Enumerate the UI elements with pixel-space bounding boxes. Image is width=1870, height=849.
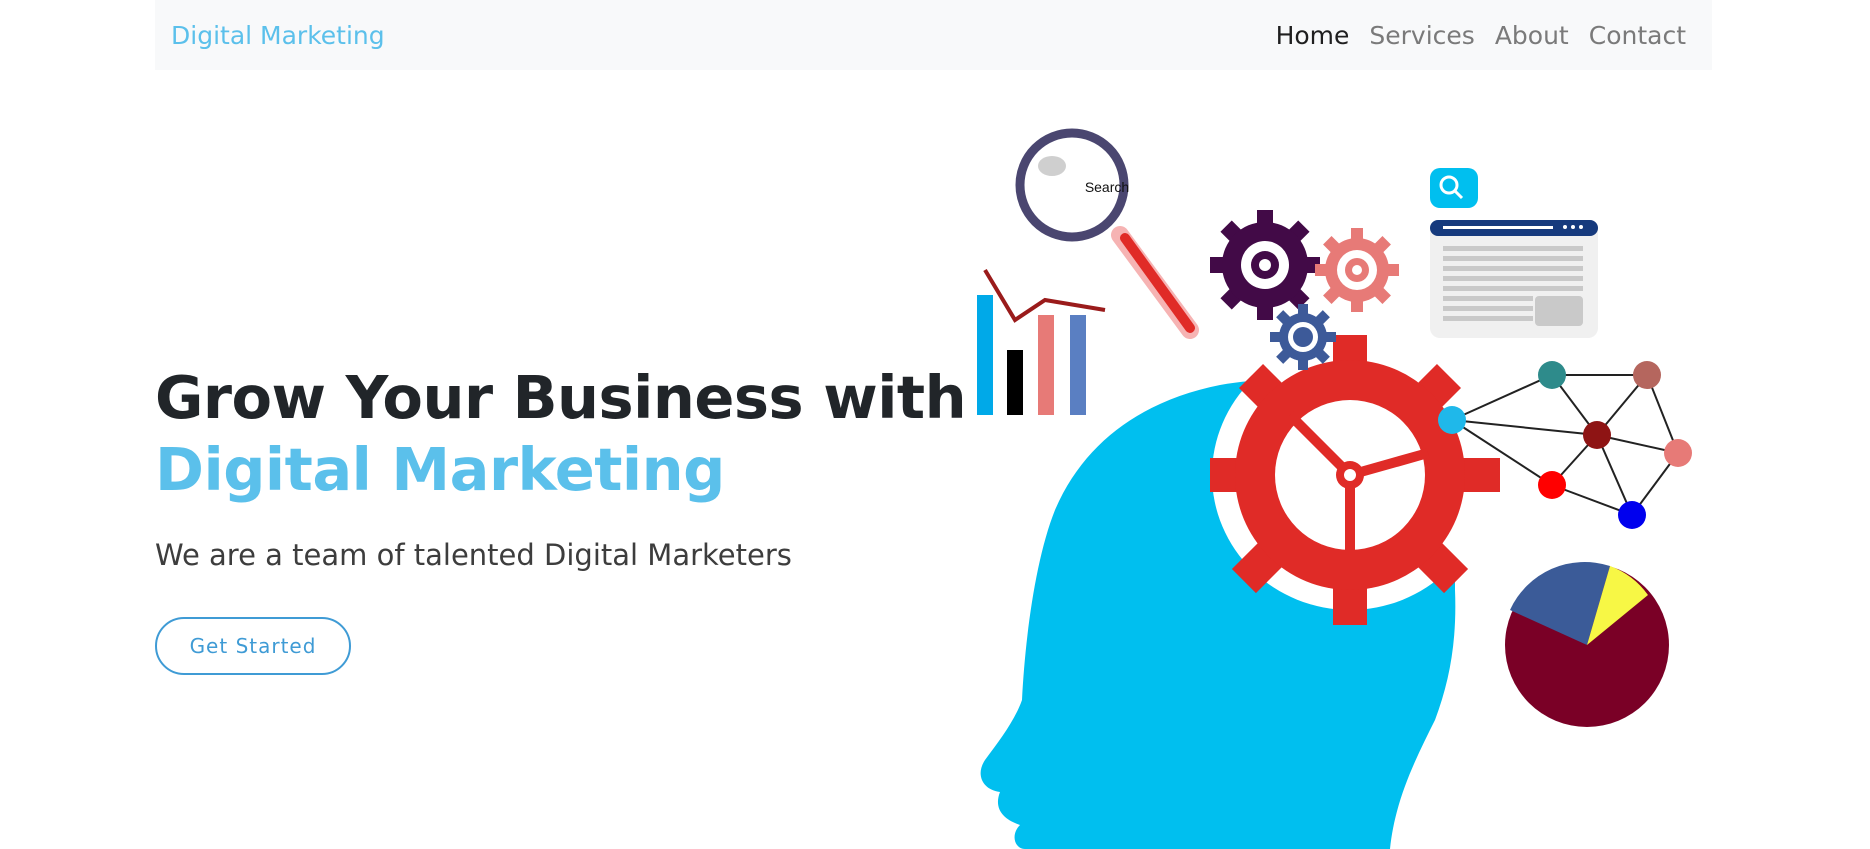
hero-title: Grow Your Business with Digital Marketin… <box>155 362 967 506</box>
nav-contact-link[interactable]: Contact <box>1589 21 1686 50</box>
brand-link[interactable]: Digital Marketing <box>171 21 385 50</box>
get-started-button[interactable]: Get Started <box>155 617 351 675</box>
browser-window-icon <box>1430 168 1598 338</box>
nav-home-link[interactable]: Home <box>1276 21 1350 50</box>
nav-about-link[interactable]: About <box>1495 21 1569 50</box>
hero-subtitle: We are a team of talented Digital Market… <box>155 538 792 572</box>
salmon-gear-icon <box>1315 228 1399 312</box>
nav-links: Home Services About Contact <box>1276 21 1686 50</box>
hero-title-highlight: Digital Marketing <box>155 435 725 504</box>
blue-gear-icon <box>1270 304 1336 370</box>
magnifier-label: Search <box>1085 179 1129 195</box>
pie-chart-icon <box>1505 561 1669 727</box>
bar-chart-icon <box>977 268 1106 415</box>
purple-gear-icon <box>1210 210 1320 320</box>
hero-title-line1: Grow Your Business with <box>155 363 967 432</box>
nav-services-link[interactable]: Services <box>1369 21 1474 50</box>
hero-illustration: Search <box>977 128 1692 849</box>
navbar: Digital Marketing Home Services About Co… <box>155 0 1712 70</box>
big-gear-icon <box>1210 335 1500 625</box>
